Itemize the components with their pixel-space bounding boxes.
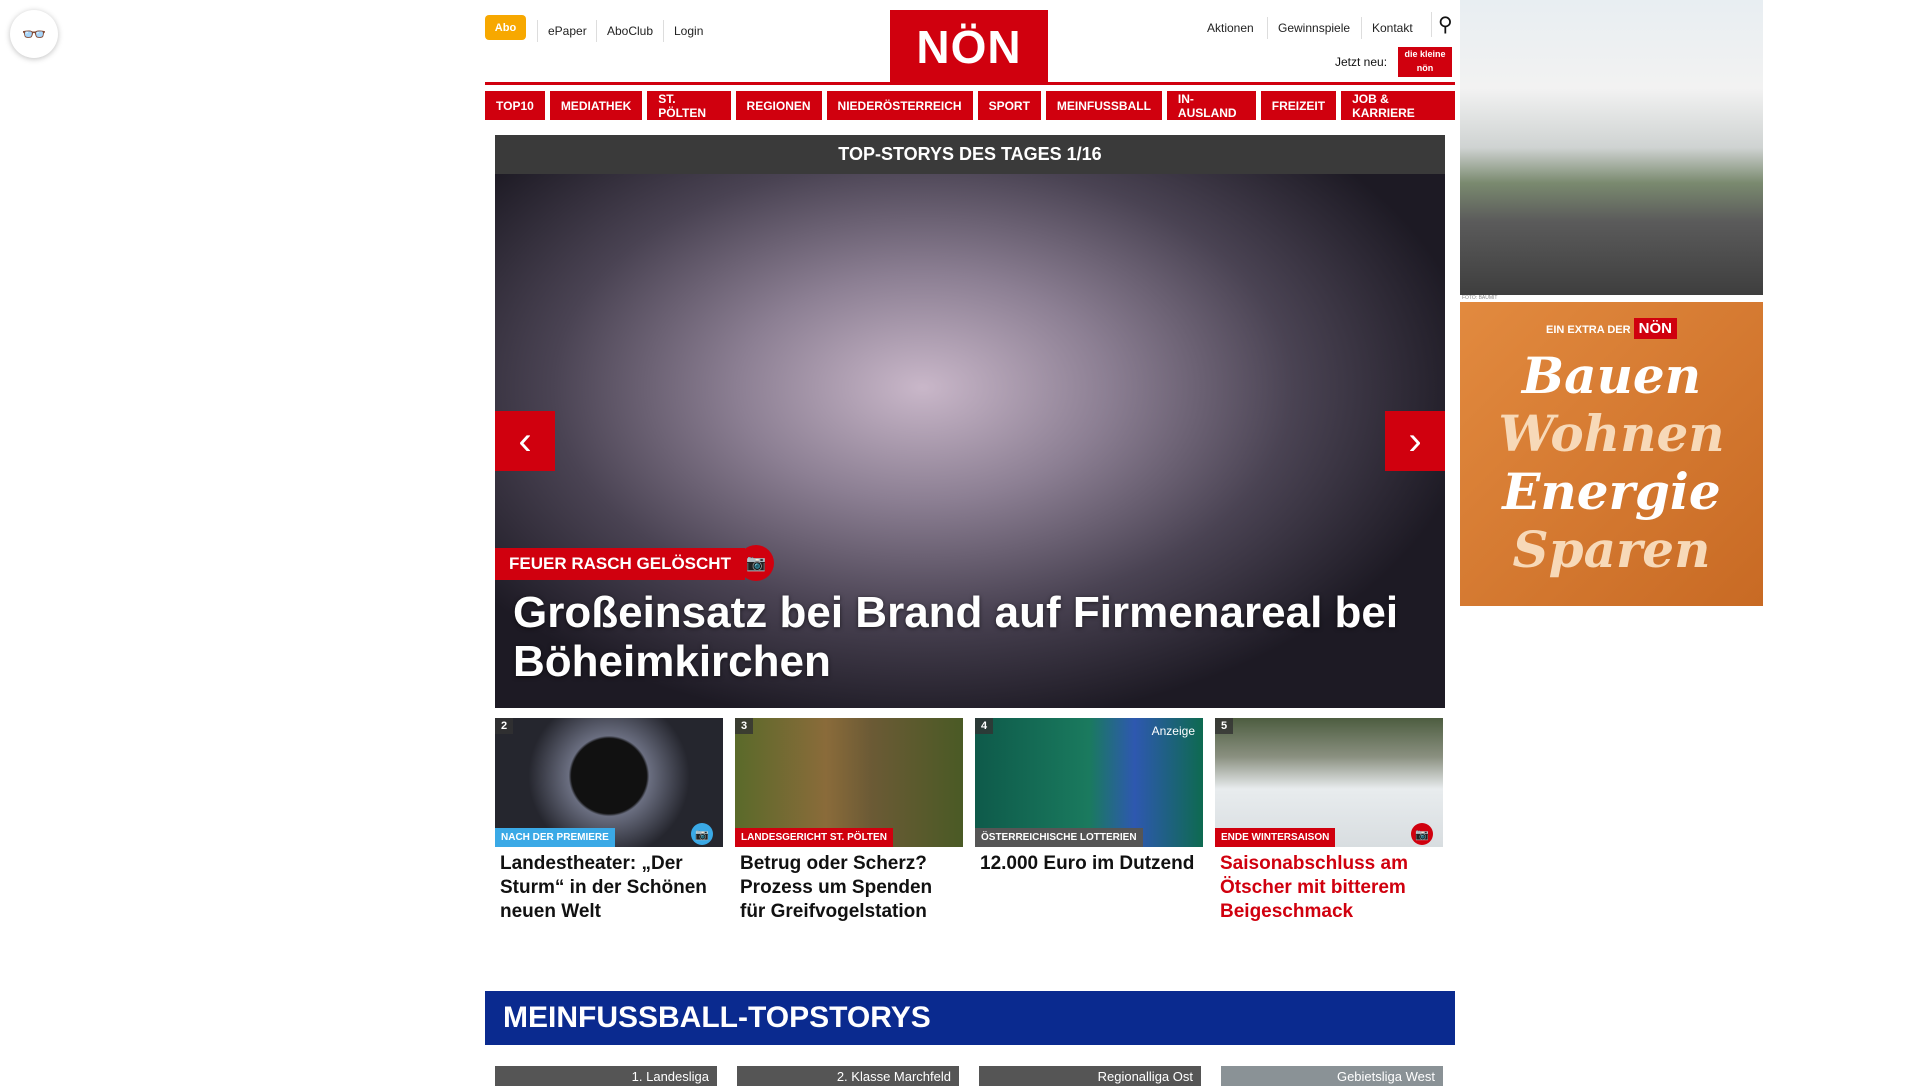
ad-line: Sparen bbox=[1512, 520, 1711, 579]
ad-credit: FOTO: BAUMIT bbox=[1462, 295, 1498, 301]
main-nav: TOP10 MEDIATHEK ST. PÖLTEN REGIONEN NIED… bbox=[485, 91, 1455, 120]
header-divider bbox=[485, 82, 1455, 85]
aboclub-link[interactable]: AboClub bbox=[596, 20, 663, 42]
nav-regionen[interactable]: REGIONEN bbox=[735, 91, 822, 120]
story-label: ÖSTERREICHISCHE LOTTERIEN bbox=[975, 828, 1143, 847]
ad-extra-label: EIN EXTRA DER bbox=[1546, 324, 1631, 336]
story-number: 5 bbox=[1215, 718, 1234, 734]
ad-line: Bauen bbox=[1521, 346, 1702, 405]
camera-icon: 📷 bbox=[691, 823, 713, 845]
slider-title: TOP-STORYS DES TAGES 1/16 bbox=[495, 135, 1445, 174]
ad-noen-logo: NÖN bbox=[1633, 318, 1677, 339]
story-number: 2 bbox=[495, 718, 514, 734]
aktionen-link[interactable]: Aktionen bbox=[1197, 17, 1264, 39]
gewinnspiele-link[interactable]: Gewinnspiele bbox=[1267, 17, 1360, 39]
kontakt-link[interactable]: Kontakt bbox=[1361, 17, 1423, 39]
hero-headline[interactable]: Großeinsatz bei Brand auf Firmenareal be… bbox=[513, 588, 1433, 686]
story-number: 3 bbox=[735, 718, 754, 734]
slider-prev-button[interactable]: ‹ bbox=[495, 411, 555, 471]
chevron-left-icon: ‹ bbox=[518, 418, 532, 463]
story-card[interactable]: 3 LANDESGERICHT ST. PÖLTEN Betrug oder Sc… bbox=[735, 718, 963, 929]
nav-sport[interactable]: SPORT bbox=[977, 91, 1041, 120]
story-title[interactable]: Saisonabschluss am Ötscher mit bitterem … bbox=[1215, 847, 1443, 929]
nav-niederoesterreich[interactable]: NIEDERÖSTERREICH bbox=[826, 91, 973, 120]
nav-in-ausland[interactable]: IN-AUSLAND bbox=[1166, 91, 1256, 120]
story-card[interactable]: 5 ENDE WINTERSAISON 📷 Saisonabschluss am Ö… bbox=[1215, 718, 1443, 929]
glasses-icon: 👓 bbox=[21, 23, 47, 46]
story-title[interactable]: Betrug oder Scherz? Prozess um Spenden f… bbox=[735, 847, 963, 929]
noen-logo[interactable]: NÖN bbox=[890, 10, 1048, 84]
story-label: LANDESGERICHT ST. PÖLTEN bbox=[735, 828, 893, 847]
jetzt-neu-label: Jetzt neu: bbox=[1335, 55, 1388, 69]
football-story-tag[interactable]: Regionalliga Ost bbox=[979, 1066, 1201, 1086]
football-story-tag[interactable]: Gebietsliga West bbox=[1221, 1066, 1443, 1086]
hero-kicker: FEUER RASCH GELÖSCHT bbox=[495, 548, 745, 580]
chevron-right-icon: › bbox=[1408, 418, 1422, 463]
story-label: NACH DER PREMIERE bbox=[495, 828, 615, 847]
search-icon[interactable]: ⚲ bbox=[1431, 12, 1453, 37]
login-link[interactable]: Login bbox=[663, 20, 713, 42]
nav-freizeit[interactable]: FREIZEIT bbox=[1260, 91, 1337, 120]
ad-label: Anzeige bbox=[1151, 724, 1195, 738]
story-card[interactable]: 4 Anzeige ÖSTERREICHISCHE LOTTERIEN 12.000… bbox=[975, 718, 1203, 881]
camera-icon: 📷 bbox=[1411, 823, 1433, 845]
reader-mode-button[interactable]: 👓 bbox=[10, 10, 58, 58]
camera-icon: 📷 bbox=[738, 545, 774, 581]
nav-job-karriere[interactable]: JOB & KARRIERE bbox=[1341, 91, 1455, 120]
football-story-tag[interactable]: 1. Landesliga bbox=[495, 1066, 717, 1086]
story-number: 4 bbox=[975, 718, 994, 734]
ad-line: Energie bbox=[1502, 462, 1721, 521]
nav-st-poelten[interactable]: ST. PÖLTEN bbox=[647, 91, 731, 120]
ad-bauen-wohnen[interactable]: EIN EXTRA DER NÖN Bauen Wohnen Energie S… bbox=[1460, 302, 1763, 606]
ad-line: Wohnen bbox=[1498, 404, 1725, 463]
slider-next-button[interactable]: › bbox=[1385, 411, 1445, 471]
abo-button[interactable]: Abo bbox=[485, 15, 526, 40]
nav-mediathek[interactable]: MEDIATHEK bbox=[549, 91, 643, 120]
story-label: ENDE WINTERSAISON bbox=[1215, 828, 1336, 847]
nav-top10[interactable]: TOP10 bbox=[485, 91, 545, 120]
story-title[interactable]: 12.000 Euro im Dutzend bbox=[975, 847, 1203, 881]
epaper-link[interactable]: ePaper bbox=[537, 20, 597, 42]
story-card[interactable]: 2 NACH DER PREMIERE 📷 Landestheater: „Der … bbox=[495, 718, 723, 929]
meinfussball-section-title[interactable]: MEINFUSSBALL-TOPSTORYS bbox=[485, 991, 1455, 1045]
football-story-tag[interactable]: 2. Klasse Marchfeld bbox=[737, 1066, 959, 1086]
nav-meinfussball[interactable]: MEINFUSSBALL bbox=[1045, 91, 1162, 120]
ad-house-image[interactable] bbox=[1460, 0, 1763, 295]
story-title[interactable]: Landestheater: „Der Sturm“ in der Schöne… bbox=[495, 847, 723, 929]
kids-noen-logo[interactable]: die kleine nön bbox=[1398, 47, 1452, 77]
